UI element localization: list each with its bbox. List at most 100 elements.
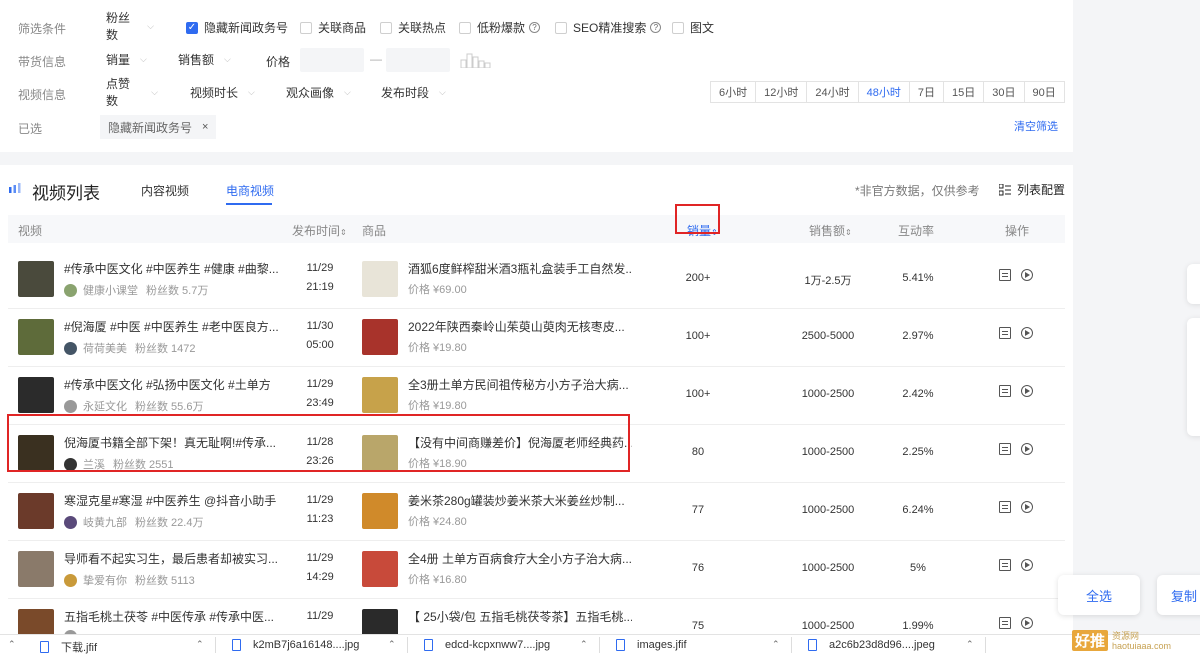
author-name[interactable]: 挚爱有你 xyxy=(83,572,127,588)
help-icon[interactable]: ? xyxy=(529,22,541,33)
chevron-up-icon[interactable]: ⌃ xyxy=(772,639,780,650)
product-title[interactable]: 2022年陕西秦岭山茱萸山萸肉无核枣皮... xyxy=(408,318,632,335)
publish-period-select[interactable]: 发布时段 ⌵ xyxy=(373,80,457,104)
table-row[interactable]: 寒湿克星#寒湿 #中医养生 @抖音小助手 岐黄九部 粉丝数 22.4万 11/29 11… xyxy=(8,483,1065,541)
tab-ecommerce-video[interactable]: 电商视频 xyxy=(226,182,274,199)
checkbox-related-product[interactable]: 关联商品 xyxy=(300,19,366,36)
video-title[interactable]: 五指毛桃土茯苓 #中医传承 #传承中医... xyxy=(64,608,284,625)
author-name[interactable]: 岐黄九部 xyxy=(83,514,127,530)
author-name[interactable]: 健康小课堂 xyxy=(83,282,138,298)
duration-select[interactable]: 视频时长 ⌵ xyxy=(182,80,266,104)
video-title[interactable]: 导师看不起实习生，最后患者却被实习... xyxy=(64,550,284,567)
play-icon[interactable] xyxy=(1021,385,1033,397)
price-distribution-icon[interactable] xyxy=(460,52,492,68)
copy-button[interactable]: 复制 xyxy=(1157,575,1200,615)
download-item[interactable]: images.jfif xyxy=(616,639,687,651)
audience-select[interactable]: 观众画像 ⌵ xyxy=(278,80,362,104)
chevron-up-icon[interactable]: ⌃ xyxy=(966,639,974,650)
detail-icon[interactable] xyxy=(999,443,1011,455)
checkbox-seo-search[interactable]: SEO精准搜索? xyxy=(555,19,662,36)
sales-select[interactable]: 销量 ⌵ xyxy=(98,47,158,71)
price-min-input[interactable] xyxy=(300,48,364,72)
video-title[interactable]: #传承中医文化 #中医养生 #健康 #曲黎... xyxy=(64,260,284,277)
product-image[interactable] xyxy=(362,609,398,635)
play-icon[interactable] xyxy=(1021,501,1033,513)
download-item[interactable]: 下载.jfif xyxy=(40,639,97,654)
product-title[interactable]: 【 25小袋/包 五指毛桃茯苓茶】五指毛桃... xyxy=(408,608,632,625)
product-image[interactable] xyxy=(362,319,398,355)
header-publish-time[interactable]: 发布时间⇕ xyxy=(292,222,347,239)
product-image[interactable] xyxy=(362,493,398,529)
list-config-button[interactable]: 列表配置 xyxy=(999,181,1065,198)
chevron-up-icon[interactable]: ⌃ xyxy=(8,639,16,650)
likes-select[interactable]: 点赞数 ⌵ xyxy=(98,77,166,108)
select-all-button[interactable]: 全选 xyxy=(1058,575,1140,615)
price-max-input[interactable] xyxy=(386,48,450,72)
play-icon[interactable] xyxy=(1021,327,1033,339)
time-range-button[interactable]: 6小时 xyxy=(711,82,757,102)
video-title[interactable]: #倪海厦 #中医 #中医养生 #老中医良方... xyxy=(64,318,284,335)
detail-icon[interactable] xyxy=(999,269,1011,281)
time-range-button[interactable]: 7日 xyxy=(910,82,944,102)
video-thumbnail[interactable] xyxy=(18,319,54,355)
table-header: 视频 发布时间⇕ 商品 销量⇕ 销售额⇕ 互动率 操作 xyxy=(8,215,1065,243)
author-name[interactable]: 荷荷美美 xyxy=(83,340,127,356)
video-thumbnail[interactable] xyxy=(18,493,54,529)
chevron-up-icon[interactable]: ⌃ xyxy=(388,639,396,650)
product-title[interactable]: 姜米茶280g罐装炒姜米茶大米姜丝炒制... xyxy=(408,492,632,509)
amount-select[interactable]: 销售额 ⌵ xyxy=(170,47,246,71)
table-row[interactable]: 导师看不起实习生，最后患者却被实习... 挚爱有你 粉丝数 5113 11/29 14:… xyxy=(8,541,1065,599)
time-range-button[interactable]: 24小时 xyxy=(807,82,859,102)
tab-content-video[interactable]: 内容视频 xyxy=(141,182,189,199)
header-amount[interactable]: 销售额⇕ xyxy=(809,222,852,239)
side-panel-card[interactable] xyxy=(1187,318,1200,436)
play-icon[interactable] xyxy=(1021,559,1033,571)
table-row[interactable]: #传承中医文化 #中医养生 #健康 #曲黎... 健康小课堂 粉丝数 5.7万 11/… xyxy=(8,251,1065,309)
fans-select[interactable]: 粉丝数 ⌵ xyxy=(98,11,162,42)
time-range-button[interactable]: 30日 xyxy=(984,82,1025,102)
table-row[interactable]: 五指毛桃土茯苓 #中医传承 #传承中医... 11/29 【 25小袋/包 五指毛桃… xyxy=(8,599,1065,635)
checkbox-low-fans-hit[interactable]: 低粉爆款? xyxy=(459,19,541,36)
play-icon[interactable] xyxy=(1021,617,1033,629)
product-title[interactable]: 全3册土单方民间祖传秘方小方子治大病... xyxy=(408,376,632,393)
chevron-down-icon: ⌵ xyxy=(344,86,351,97)
video-thumbnail[interactable] xyxy=(18,261,54,297)
close-icon[interactable]: × xyxy=(202,121,208,133)
video-thumbnail[interactable] xyxy=(18,609,54,635)
clear-filters-link[interactable]: 清空筛选 xyxy=(1014,118,1058,134)
video-title[interactable]: #传承中医文化 #弘扬中医文化 #土单方 xyxy=(64,376,284,393)
table-row[interactable]: #倪海厦 #中医 #中医养生 #老中医良方... 荷荷美美 粉丝数 1472 11/3… xyxy=(8,309,1065,367)
video-thumbnail[interactable] xyxy=(18,551,54,587)
time-range-button[interactable]: 15日 xyxy=(944,82,985,102)
help-icon[interactable]: ? xyxy=(650,22,662,33)
detail-icon[interactable] xyxy=(999,617,1011,629)
side-panel-card[interactable] xyxy=(1187,264,1200,304)
download-item[interactable]: k2mB7j6a16148....jpg xyxy=(232,639,359,651)
video-title[interactable]: 寒湿克星#寒湿 #中医养生 @抖音小助手 xyxy=(64,492,284,509)
time-range-button[interactable]: 12小时 xyxy=(756,82,808,102)
download-item[interactable]: edcd-kcpxnww7....jpg xyxy=(424,639,550,651)
detail-icon[interactable] xyxy=(999,501,1011,513)
header-interaction-rate: 互动率 xyxy=(898,224,935,238)
detail-icon[interactable] xyxy=(999,385,1011,397)
checkbox-image-text[interactable]: 图文 xyxy=(672,19,714,36)
interaction-rate-value: 2.97% xyxy=(902,330,934,342)
time-range-button[interactable]: 90日 xyxy=(1025,82,1064,102)
chevron-up-icon[interactable]: ⌃ xyxy=(580,639,588,650)
product-image[interactable] xyxy=(362,261,398,297)
checkbox-related-hotspot[interactable]: 关联热点 xyxy=(380,19,446,36)
author-name[interactable]: 永延文化 xyxy=(83,398,127,414)
detail-icon[interactable] xyxy=(999,559,1011,571)
product-image[interactable] xyxy=(362,551,398,587)
checkbox-hide-news[interactable]: ✓ 隐藏新闻政务号 xyxy=(186,19,288,36)
time-range-button[interactable]: 48小时 xyxy=(859,82,910,102)
download-item[interactable]: a2c6b23d8d96....jpeg xyxy=(808,639,935,651)
detail-icon[interactable] xyxy=(999,327,1011,339)
play-icon[interactable] xyxy=(1021,269,1033,281)
product-image[interactable] xyxy=(362,377,398,413)
product-title[interactable]: 酒狐6度鲜榨甜米酒3瓶礼盒装手工自然发... xyxy=(408,260,632,277)
chevron-up-icon[interactable]: ⌃ xyxy=(196,639,204,650)
play-icon[interactable] xyxy=(1021,443,1033,455)
product-title[interactable]: 全4册 土单方百病食疗大全小方子治大病... xyxy=(408,550,632,567)
video-thumbnail[interactable] xyxy=(18,377,54,413)
